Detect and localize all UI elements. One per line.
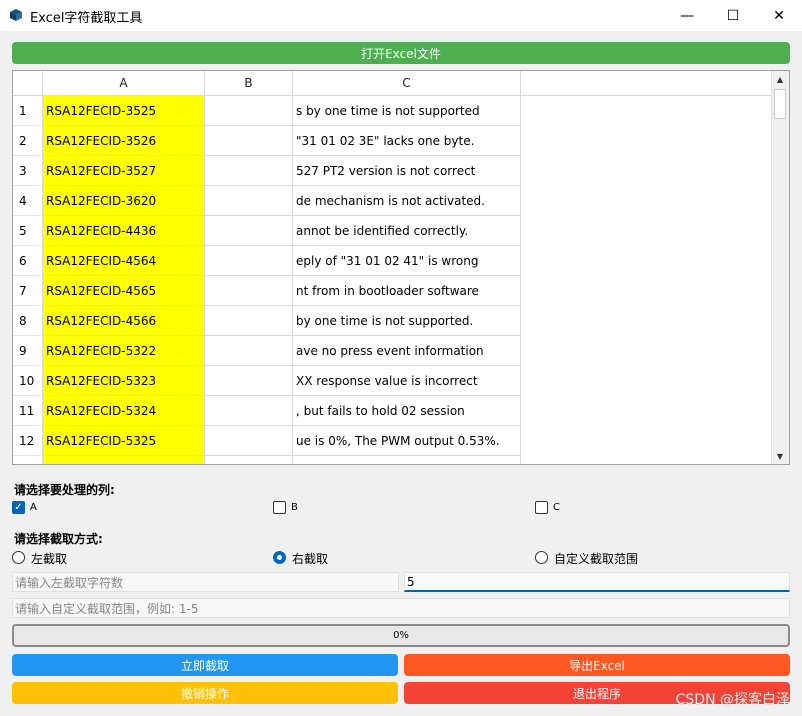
right-count-input[interactable]: 5: [404, 572, 790, 592]
table-cell-c[interactable]: annot be identified correctly.: [293, 216, 521, 246]
table-cell-b[interactable]: [205, 306, 293, 336]
table-cell-a[interactable]: RSA12FECID-4565: [43, 276, 205, 306]
app-icon: [10, 9, 22, 21]
row-number[interactable]: 1: [13, 96, 43, 126]
table-cell-c[interactable]: ave no press event information: [293, 336, 521, 366]
row-number[interactable]: 4: [13, 186, 43, 216]
table-cell-b[interactable]: [205, 126, 293, 156]
progress-bar: 0%: [12, 624, 790, 647]
scroll-down-icon[interactable]: ▼: [772, 448, 788, 464]
table-cell-a[interactable]: RSA12FECID-4566: [43, 306, 205, 336]
close-button[interactable]: ✕: [756, 0, 802, 31]
columns-section-label: 请选择要处理的列:: [14, 483, 115, 497]
radio-custom-range-label: 自定义截取范围: [554, 552, 639, 566]
table-cell-a[interactable]: RSA12FECID-5322: [43, 336, 205, 366]
empty-header: [521, 71, 773, 96]
checkbox-b-label: B: [291, 502, 298, 513]
scroll-thumb[interactable]: [774, 89, 786, 119]
table-cell-a[interactable]: RSA12FECID-3526: [43, 126, 205, 156]
table-cell-a[interactable]: RSA12FECID-5323: [43, 366, 205, 396]
left-count-input[interactable]: 请输入左截取字符数: [12, 572, 399, 592]
data-table[interactable]: A B C 1 RSA12FECID-3525 s by one time is n…: [12, 70, 790, 465]
table-cell-c[interactable]: by one time is not supported.: [293, 306, 521, 336]
checkbox-b[interactable]: [273, 501, 286, 514]
row-number[interactable]: 8: [13, 306, 43, 336]
table-cell-c[interactable]: [293, 456, 521, 464]
table-cell-c[interactable]: nt from in bootloader software: [293, 276, 521, 306]
title-bar: Excel字符截取工具 — ☐ ✕: [0, 0, 802, 31]
table-cell-b[interactable]: [205, 216, 293, 246]
corner-header[interactable]: [13, 71, 43, 96]
table-cell-b[interactable]: [205, 156, 293, 186]
table-cell-a[interactable]: RSA12FECID-3525: [43, 96, 205, 126]
scroll-up-icon[interactable]: ▲: [772, 71, 788, 87]
table-cell-c[interactable]: de mechanism is not activated.: [293, 186, 521, 216]
table-cell-a[interactable]: RSA12FECID-5325: [43, 426, 205, 456]
table-cell-c[interactable]: 527 PT2 version is not correct: [293, 156, 521, 186]
mode-section-label: 请选择截取方式:: [14, 532, 103, 546]
table-cell-a[interactable]: RSA12FECID-4564: [43, 246, 205, 276]
window-title: Excel字符截取工具: [30, 11, 143, 26]
table-cell-b[interactable]: [205, 426, 293, 456]
table-cell-c[interactable]: "31 01 02 3E" lacks one byte.: [293, 126, 521, 156]
vertical-scrollbar[interactable]: ▲ ▼: [771, 71, 789, 464]
table-cell-a[interactable]: RSA12FECID-5324: [43, 396, 205, 426]
table-cell-c[interactable]: eply of "31 01 02 41" is wrong: [293, 246, 521, 276]
table-cell-c[interactable]: ue is 0%, The PWM output 0.53%.: [293, 426, 521, 456]
row-number[interactable]: 3: [13, 156, 43, 186]
row-number[interactable]: 11: [13, 396, 43, 426]
checkbox-a[interactable]: ✓: [12, 501, 25, 514]
table-cell-b[interactable]: [205, 336, 293, 366]
undo-button[interactable]: 撤销操作: [12, 682, 398, 704]
column-header-a[interactable]: A: [43, 71, 205, 96]
table-cell-a[interactable]: RSA12FECID-4436: [43, 216, 205, 246]
row-number[interactable]: 9: [13, 336, 43, 366]
table-cell-a[interactable]: [43, 456, 205, 464]
table-cell-b[interactable]: [205, 186, 293, 216]
maximize-icon: ☐: [726, 7, 740, 24]
minimize-icon: —: [680, 7, 694, 24]
export-excel-button[interactable]: 导出Excel: [404, 654, 790, 676]
radio-left-cut[interactable]: [12, 551, 25, 564]
table-cell-b[interactable]: [205, 396, 293, 426]
table-cell-a[interactable]: RSA12FECID-3620: [43, 186, 205, 216]
close-icon: ✕: [773, 7, 785, 24]
checkbox-a-label: A: [30, 502, 37, 513]
row-number[interactable]: 6: [13, 246, 43, 276]
table-cell-b[interactable]: [205, 276, 293, 306]
table-cell-c[interactable]: s by one time is not supported: [293, 96, 521, 126]
custom-range-input[interactable]: 请输入自定义截取范围，例如: 1-5: [12, 598, 790, 618]
watermark: CSDN @探客白泽: [675, 692, 790, 708]
column-header-b[interactable]: B: [205, 71, 293, 96]
table-cell-b[interactable]: [205, 366, 293, 396]
progress-text: 0%: [393, 630, 409, 641]
radio-left-cut-label: 左截取: [31, 552, 68, 566]
checkbox-c[interactable]: [535, 501, 548, 514]
table-cell-a[interactable]: RSA12FECID-3527: [43, 156, 205, 186]
row-number[interactable]: [13, 456, 43, 464]
maximize-button[interactable]: ☐: [710, 0, 756, 31]
row-number[interactable]: 7: [13, 276, 43, 306]
open-excel-button[interactable]: 打开Excel文件: [12, 42, 790, 64]
row-number[interactable]: 2: [13, 126, 43, 156]
row-number[interactable]: 12: [13, 426, 43, 456]
radio-custom-range[interactable]: [535, 551, 548, 564]
table-cell-b[interactable]: [205, 246, 293, 276]
column-header-c[interactable]: C: [293, 71, 521, 96]
radio-right-cut-label: 右截取: [292, 552, 329, 566]
minimize-button[interactable]: —: [664, 0, 710, 31]
radio-right-cut[interactable]: [273, 551, 286, 564]
row-number[interactable]: 10: [13, 366, 43, 396]
cut-now-button[interactable]: 立即截取: [12, 654, 398, 676]
table-cell-b[interactable]: [205, 456, 293, 464]
table-cell-c[interactable]: , but fails to hold 02 session: [293, 396, 521, 426]
table-cell-b[interactable]: [205, 96, 293, 126]
checkbox-c-label: C: [553, 502, 560, 513]
table-cell-c[interactable]: XX response value is incorrect: [293, 366, 521, 396]
row-number[interactable]: 5: [13, 216, 43, 246]
